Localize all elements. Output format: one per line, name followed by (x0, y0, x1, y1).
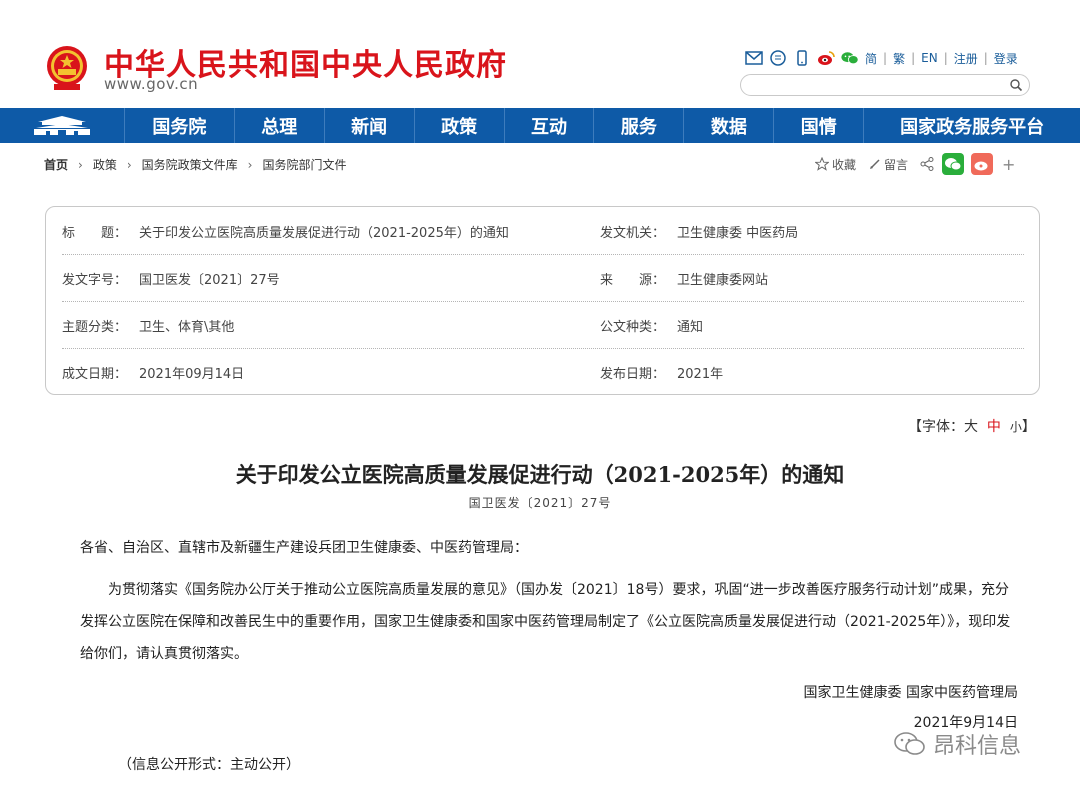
english-link[interactable]: EN (921, 51, 938, 65)
info-row: 成文日期： 2021年09月14日 发布日期： 2021年 (62, 348, 1024, 395)
search-input[interactable] (751, 76, 1005, 96)
star-icon (815, 157, 829, 171)
article-salutation: 各省、自治区、直辖市及新疆生产建设兵团卫生健康委、中医药管理局： (80, 540, 528, 556)
watermark: 昂科信息 (893, 728, 1021, 760)
document-info-box: 标 题： 关于印发公立医院高质量发展促进行动（2021-2025年）的通知 发文… (45, 206, 1040, 395)
nav-item-data[interactable]: 数据 (684, 108, 775, 143)
nav-item-service-platform[interactable]: 国家政务服务平台 (864, 108, 1080, 143)
separator: | (983, 51, 988, 65)
search-icon[interactable] (1009, 77, 1023, 96)
issuer-label: 发文机关： (600, 226, 666, 241)
doctype-label: 公文种类： (600, 320, 666, 335)
separator: | (943, 51, 948, 65)
font-size-open: 【字体： (908, 419, 964, 435)
chevron-right-icon: › (78, 157, 83, 172)
wechat-icon (945, 158, 962, 171)
nav-item-premier[interactable]: 总理 (235, 108, 325, 143)
source-label: 来 源： (600, 273, 666, 288)
written-date-label: 成文日期： (62, 367, 128, 382)
mail-icon[interactable] (745, 49, 763, 67)
wechat-icon[interactable] (841, 49, 859, 67)
site-header: 中华人民共和国中央人民政府 www.gov.cn 简 | 繁 | EN | 注册… (0, 0, 1080, 108)
weibo-icon (974, 161, 988, 171)
watermark-text: 昂科信息 (933, 734, 1022, 759)
message-icon[interactable] (769, 49, 787, 67)
share-icon (920, 157, 934, 171)
pencil-icon (870, 159, 880, 169)
title-value: 关于印发公立医院高质量发展促进行动（2021-2025年）的通知 (139, 226, 509, 241)
wechat-icon (894, 732, 925, 755)
header-tools: 简 | 繁 | EN | 注册 | 登录 (745, 47, 1018, 69)
favorite-label: 收藏 (832, 157, 857, 172)
font-size-large[interactable]: 大 (964, 419, 978, 435)
publish-date-value: 2021年 (677, 367, 724, 382)
issuer-value: 卫生健康委 中医药局 (677, 226, 799, 241)
topic-value: 卫生、体育\其他 (139, 320, 235, 335)
docno-value: 国卫医发〔2021〕27号 (139, 273, 280, 288)
publish-date-label: 发布日期： (600, 367, 666, 382)
search-box (740, 74, 1030, 96)
share-weibo-button[interactable] (971, 153, 994, 175)
favorite-button[interactable]: 收藏 (815, 156, 856, 173)
chevron-right-icon: › (247, 157, 253, 172)
weibo-icon[interactable] (817, 49, 835, 67)
share-bar: 收藏 留言 + (815, 153, 1015, 175)
article-body: 为贯彻落实《国务院办公厅关于推动公立医院高质量发展的意见》（国办发〔2021〕1… (80, 582, 1011, 662)
register-link[interactable]: 注册 (954, 50, 978, 67)
main-nav: 国务院 总理 新闻 政策 互动 服务 数据 国情 国家政务服务平台 (0, 108, 1080, 143)
docno-label: 发文字号： (62, 273, 128, 288)
breadcrumb: 首页 › 政策 › 国务院政策文件库 › 国务院部门文件 (44, 156, 347, 173)
login-link[interactable]: 登录 (994, 50, 1018, 67)
nav-item-services[interactable]: 服务 (594, 108, 685, 143)
chevron-right-icon: › (126, 157, 132, 172)
site-url[interactable]: www.gov.cn (104, 75, 198, 93)
traditional-link[interactable]: 繁 (893, 50, 905, 67)
article-signature: 国家卫生健康委 国家中医药管理局 (803, 685, 1018, 701)
nav-item-interaction[interactable]: 互动 (505, 108, 595, 143)
nav-home[interactable] (0, 108, 125, 143)
simplified-link[interactable]: 简 (865, 50, 877, 67)
nav-item-state-council[interactable]: 国务院 (125, 108, 235, 143)
font-size-medium[interactable]: 中 (987, 419, 1001, 435)
doctype-value: 通知 (677, 320, 704, 335)
breadcrumb-department-docs[interactable]: 国务院部门文件 (262, 156, 346, 173)
separator: | (883, 51, 888, 65)
share-button[interactable] (919, 156, 935, 172)
share-wechat-button[interactable] (942, 153, 965, 175)
article-title: 关于印发公立医院高质量发展促进行动（2021-2025年）的通知 (235, 462, 845, 487)
disclosure-note: （信息公开形式：主动公开） (118, 757, 300, 773)
font-size-close: 】 (1021, 419, 1036, 435)
breadcrumb-home[interactable]: 首页 (44, 156, 68, 173)
nav-item-national-info[interactable]: 国情 (774, 108, 865, 143)
tiananmen-icon (33, 115, 90, 135)
more-share-button[interactable]: + (1002, 155, 1015, 174)
info-row: 标 题： 关于印发公立医院高质量发展促进行动（2021-2025年）的通知 发文… (62, 207, 1024, 255)
font-size-small[interactable]: 小 (1010, 420, 1022, 434)
source-value: 卫生健康委网站 (677, 273, 769, 288)
separator: | (911, 51, 916, 65)
breadcrumb-policy[interactable]: 政策 (93, 156, 117, 173)
font-size-switcher: 【字体：大 中 小】 (908, 416, 1036, 436)
info-row: 发文字号： 国卫医发〔2021〕27号 来 源： 卫生健康委网站 (62, 254, 1024, 302)
comment-button[interactable]: 留言 (869, 156, 908, 173)
nav-item-news[interactable]: 新闻 (325, 108, 415, 143)
national-emblem-logo[interactable] (44, 44, 90, 92)
info-row: 主题分类： 卫生、体育\其他 公文种类： 通知 (62, 301, 1024, 349)
breadcrumb-policy-library[interactable]: 国务院政策文件库 (142, 156, 238, 173)
nav-item-policy[interactable]: 政策 (415, 108, 505, 143)
mobile-icon[interactable] (793, 49, 811, 67)
comment-label: 留言 (884, 157, 909, 172)
article-doc-number: 国卫医发〔2021〕27号 (468, 496, 612, 510)
topic-label: 主题分类： (62, 320, 128, 335)
title-label: 标 题： (62, 226, 128, 241)
written-date-value: 2021年09月14日 (139, 367, 245, 382)
